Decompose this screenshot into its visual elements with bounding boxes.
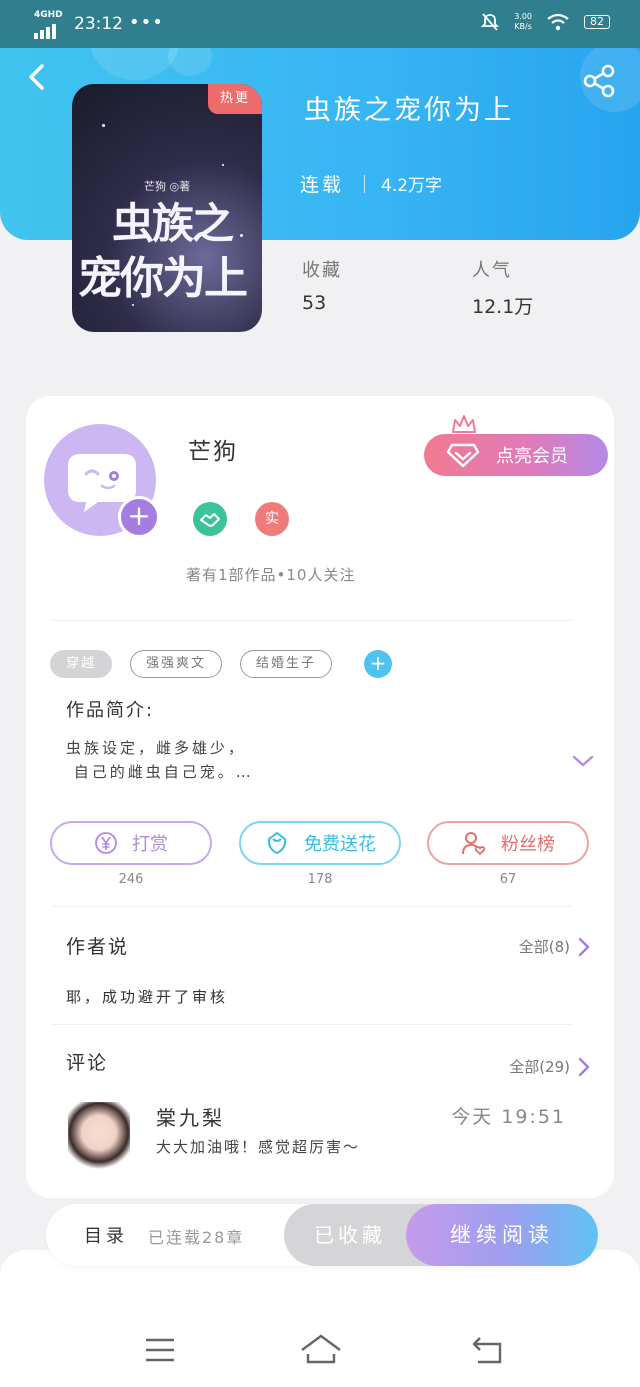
handshake-badge-icon bbox=[193, 502, 227, 536]
commenter-name[interactable]: 棠九梨 bbox=[156, 1102, 225, 1131]
intro-title: 作品简介: bbox=[66, 700, 155, 721]
network-type: 4GHD bbox=[34, 10, 63, 20]
activate-vip-button[interactable]: 点亮会员 bbox=[424, 434, 608, 476]
word-count: 4.2万字 bbox=[381, 176, 443, 196]
stat-popularity: 人气 12.1万 bbox=[472, 256, 533, 319]
flower-label: 免费送花 bbox=[304, 834, 376, 855]
tip-button[interactable]: 打赏 bbox=[50, 821, 212, 865]
stat-label: 人气 bbox=[472, 260, 512, 281]
tag-chip[interactable]: 结婚生子 bbox=[240, 650, 332, 678]
comments-title: 评论 bbox=[66, 1052, 109, 1074]
author-says-title: 作者说 bbox=[66, 936, 130, 958]
crown-icon bbox=[452, 415, 476, 433]
cover-title-line2: 宠你为上 bbox=[78, 253, 248, 304]
fan-user-icon bbox=[462, 832, 486, 856]
stat-value: 12.1万 bbox=[472, 296, 534, 318]
divider bbox=[52, 906, 572, 907]
network-speed: 3.00 KB/s bbox=[514, 12, 532, 32]
comment-time: 今天 19:51 bbox=[451, 1106, 566, 1128]
diamond-icon bbox=[446, 443, 480, 468]
more-notifications-icon: ••• bbox=[129, 11, 164, 33]
table-of-contents-button[interactable]: 目录 bbox=[84, 1222, 128, 1248]
comments-all-link[interactable]: 全部(29) bbox=[509, 1056, 590, 1077]
fan-count: 67 bbox=[499, 872, 517, 887]
hot-update-badge: 热更 bbox=[208, 84, 262, 114]
back-nav-icon[interactable] bbox=[470, 1332, 506, 1368]
chevron-down-icon[interactable] bbox=[572, 754, 594, 768]
author-says-all-link[interactable]: 全部(8) bbox=[519, 936, 590, 957]
continue-reading-button[interactable]: 继续阅读 bbox=[406, 1204, 598, 1266]
book-cover[interactable]: 热更 芒狗 ◎著 虫族之 宠你为上 bbox=[72, 84, 262, 332]
chevron-right-icon bbox=[578, 937, 590, 956]
book-title: 虫族之宠你为上 bbox=[304, 95, 514, 126]
intro-text: 虫族设定，雌多雄少， 自己的雌虫自己宠。… bbox=[66, 739, 254, 781]
vip-label: 点亮会员 bbox=[496, 446, 568, 467]
tip-count: 246 bbox=[118, 872, 144, 887]
signal-icon: 4GHD bbox=[34, 10, 64, 39]
meta-divider bbox=[364, 174, 366, 193]
tip-label: 打赏 bbox=[132, 834, 168, 855]
stat-label: 收藏 bbox=[302, 260, 342, 281]
menu-icon[interactable] bbox=[142, 1332, 178, 1368]
share-icon[interactable] bbox=[582, 64, 616, 98]
fan-ranking-button[interactable]: 粉丝榜 bbox=[427, 821, 589, 865]
book-meta: 连载 4.2万字 bbox=[300, 170, 442, 197]
back-arrow-icon[interactable] bbox=[22, 62, 52, 92]
detail-card: + 芒狗 实 著有1部作品•10人关注 点亮会员 穿越 强强爽文 结婚生子 + … bbox=[26, 396, 614, 1198]
speed-unit: KB/s bbox=[514, 22, 532, 31]
mute-bell-icon bbox=[481, 13, 500, 31]
author-stats: 著有1部作品•10人关注 bbox=[186, 566, 356, 584]
speed-value: 3.00 bbox=[514, 12, 532, 21]
yen-coin-icon bbox=[95, 832, 117, 854]
status-left: 4GHD 23:12 ••• bbox=[34, 10, 164, 39]
status-bar: 4GHD 23:12 ••• 3.00 KB/s 82 bbox=[0, 0, 640, 48]
comment-text: 大大加油哦！感觉超厉害～ bbox=[156, 1138, 361, 1156]
commenter-avatar[interactable] bbox=[68, 1102, 130, 1170]
follow-author-button[interactable]: + bbox=[118, 496, 160, 538]
chevron-right-icon bbox=[578, 1057, 590, 1076]
stat-favorites: 收藏 53 bbox=[302, 256, 342, 314]
comments-all-label: 全部(29) bbox=[509, 1058, 570, 1076]
stat-value: 53 bbox=[302, 292, 327, 314]
add-tag-button[interactable]: + bbox=[364, 650, 392, 678]
battery-icon: 82 bbox=[584, 15, 610, 29]
status-right: 3.00 KB/s 82 bbox=[480, 12, 610, 32]
tag-chip[interactable]: 强强爽文 bbox=[130, 650, 222, 678]
divider bbox=[52, 1024, 572, 1025]
real-name-badge: 实 bbox=[255, 502, 289, 536]
flower-icon bbox=[267, 831, 287, 855]
send-flower-button[interactable]: 免费送花 bbox=[239, 821, 401, 865]
author-name: 芒狗 bbox=[188, 439, 238, 465]
fan-label: 粉丝榜 bbox=[501, 834, 555, 855]
clock: 23:12 bbox=[74, 14, 123, 34]
wifi-icon bbox=[547, 13, 569, 31]
serial-status: 连载 bbox=[300, 174, 345, 196]
author-says-text: 耶，成功避开了审核 bbox=[66, 988, 229, 1006]
tag-chip[interactable]: 穿越 bbox=[50, 650, 112, 678]
author-says-all-label: 全部(8) bbox=[518, 938, 570, 956]
divider bbox=[52, 620, 572, 621]
flower-count: 178 bbox=[307, 872, 333, 887]
home-icon[interactable] bbox=[300, 1332, 342, 1368]
bottom-action-bar: 目录 已连载28章 已收藏 继续阅读 bbox=[46, 1204, 598, 1266]
chapter-count: 已连载28章 bbox=[148, 1228, 245, 1247]
